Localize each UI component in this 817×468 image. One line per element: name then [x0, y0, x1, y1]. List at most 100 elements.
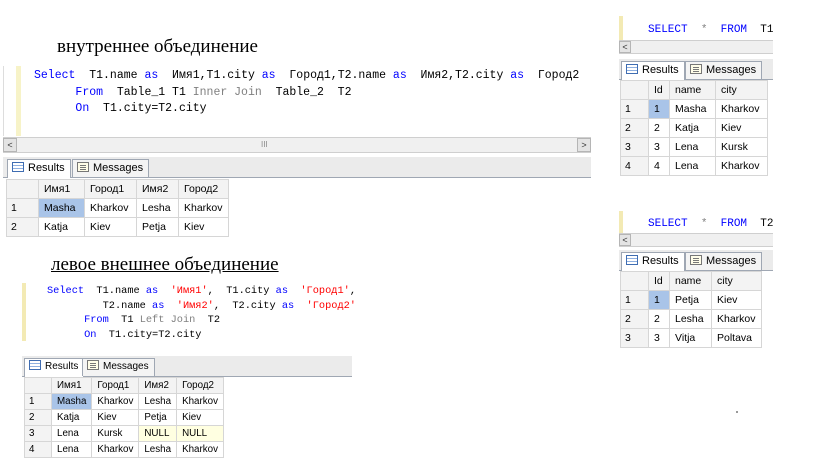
- table-cell[interactable]: 3: [648, 137, 670, 157]
- table-cell[interactable]: Katja: [50, 409, 93, 426]
- table-cell[interactable]: Kiev: [178, 217, 229, 237]
- table-row[interactable]: 4 Lena Kharkov Lesha Kharkov: [24, 441, 225, 458]
- tab-messages-t1[interactable]: Messages: [685, 61, 763, 79]
- horizontal-scrollbar[interactable]: < III >: [3, 137, 591, 153]
- table-cell[interactable]: Lesha: [669, 309, 712, 329]
- table-cell[interactable]: Kharkov: [715, 99, 768, 119]
- row-number[interactable]: 3: [620, 137, 649, 157]
- row-number[interactable]: 2: [24, 409, 52, 426]
- table-cell[interactable]: 2: [648, 118, 670, 138]
- table-cell[interactable]: Lena: [50, 441, 93, 458]
- table-cell[interactable]: 4: [648, 156, 670, 176]
- grid-corner[interactable]: [620, 271, 649, 291]
- table-row[interactable]: 2 2 Lesha Kharkov: [620, 309, 762, 329]
- table-cell[interactable]: Kharkov: [91, 393, 140, 410]
- table-cell[interactable]: Masha: [50, 393, 93, 410]
- row-number[interactable]: 1: [6, 198, 39, 218]
- horizontal-scrollbar-t1[interactable]: <: [619, 40, 773, 54]
- scroll-left-arrow-icon[interactable]: <: [619, 234, 631, 246]
- table-cell[interactable]: Kiev: [176, 409, 225, 426]
- table-cell[interactable]: Kharkov: [178, 198, 229, 218]
- column-header[interactable]: city: [711, 271, 762, 291]
- table-cell[interactable]: Kharkov: [715, 156, 768, 176]
- table-cell[interactable]: Masha: [38, 198, 85, 218]
- table-row[interactable]: 3 3 Vitja Poltava: [620, 328, 762, 348]
- query-editor-left-join[interactable]: Select T1.name as 'Имя1', T1.city as 'Го…: [27, 283, 356, 343]
- table-cell[interactable]: 3: [648, 328, 670, 348]
- row-number[interactable]: 1: [620, 99, 649, 119]
- row-number[interactable]: 3: [620, 328, 649, 348]
- row-number[interactable]: 4: [24, 441, 52, 458]
- table-cell[interactable]: Kursk: [715, 137, 768, 157]
- table-cell[interactable]: Katja: [669, 118, 716, 138]
- column-header[interactable]: name: [669, 80, 716, 100]
- table-cell[interactable]: Kharkov: [91, 441, 140, 458]
- table-row[interactable]: 4 4 Lena Kharkov: [620, 156, 768, 176]
- row-number[interactable]: 4: [620, 156, 649, 176]
- table-row[interactable]: 1 1 Masha Kharkov: [620, 99, 768, 119]
- table-row[interactable]: 1 Masha Kharkov Lesha Kharkov: [24, 393, 225, 410]
- column-header[interactable]: Город2: [178, 179, 229, 199]
- table-cell[interactable]: Masha: [669, 99, 716, 119]
- table-row[interactable]: 1 1 Petja Kiev: [620, 290, 762, 310]
- scroll-left-arrow-icon[interactable]: <: [619, 41, 631, 53]
- column-header[interactable]: Город2: [176, 377, 225, 394]
- grid-corner[interactable]: [6, 179, 39, 199]
- table-cell[interactable]: Kiev: [711, 290, 762, 310]
- table-cell[interactable]: 2: [648, 309, 670, 329]
- table-cell[interactable]: Lesha: [136, 198, 179, 218]
- column-header[interactable]: Id: [648, 80, 670, 100]
- table-cell[interactable]: Katja: [38, 217, 85, 237]
- column-header[interactable]: name: [669, 271, 712, 291]
- column-header[interactable]: Id: [648, 271, 670, 291]
- column-header[interactable]: Имя1: [50, 377, 93, 394]
- table-cell[interactable]: Petja: [136, 217, 179, 237]
- grid-corner[interactable]: [24, 377, 52, 394]
- column-header[interactable]: Город1: [91, 377, 140, 394]
- column-header[interactable]: Имя2: [136, 179, 179, 199]
- table-cell[interactable]: NULL: [176, 425, 225, 442]
- table-cell[interactable]: Lena: [669, 137, 716, 157]
- table-cell[interactable]: Kursk: [91, 425, 140, 442]
- tab-messages-t2[interactable]: Messages: [685, 252, 763, 270]
- column-header[interactable]: Город1: [84, 179, 137, 199]
- column-header[interactable]: Имя1: [38, 179, 85, 199]
- table-cell[interactable]: Kiev: [84, 217, 137, 237]
- row-number[interactable]: 1: [24, 393, 52, 410]
- table-cell[interactable]: Kharkov: [84, 198, 137, 218]
- query-editor-inner-join[interactable]: Select T1.name as Имя1,T1.city as Город1…: [3, 66, 592, 136]
- table-row[interactable]: 2 Katja Kiev Petja Kiev: [24, 409, 225, 426]
- horizontal-scrollbar-t2[interactable]: <: [619, 233, 773, 247]
- table-cell[interactable]: Poltava: [711, 328, 762, 348]
- tab-results-t2[interactable]: Results: [621, 252, 685, 271]
- table-cell[interactable]: Lena: [669, 156, 716, 176]
- tab-results[interactable]: Results: [7, 159, 71, 178]
- table-cell[interactable]: Kiev: [715, 118, 768, 138]
- table-row[interactable]: 2 2 Katja Kiev: [620, 118, 768, 138]
- table-cell[interactable]: Kharkov: [176, 441, 225, 458]
- table-row[interactable]: 3 Lena Kursk NULL NULL: [24, 425, 225, 442]
- table-cell[interactable]: Kharkov: [711, 309, 762, 329]
- scroll-left-arrow-icon[interactable]: <: [3, 138, 17, 152]
- row-number[interactable]: 1: [620, 290, 649, 310]
- row-number[interactable]: 2: [6, 217, 39, 237]
- column-header[interactable]: city: [715, 80, 768, 100]
- row-number[interactable]: 3: [24, 425, 52, 442]
- table-cell[interactable]: 1: [648, 290, 670, 310]
- tab-messages-left[interactable]: Messages: [82, 358, 155, 376]
- tab-results-left[interactable]: Results: [24, 358, 85, 377]
- grid-corner[interactable]: [620, 80, 649, 100]
- column-header[interactable]: Имя2: [138, 377, 178, 394]
- table-cell[interactable]: Petja: [669, 290, 712, 310]
- table-cell[interactable]: Vitja: [669, 328, 712, 348]
- table-row[interactable]: 3 3 Lena Kursk: [620, 137, 768, 157]
- scroll-grip[interactable]: III: [261, 139, 268, 151]
- table-cell[interactable]: 1: [648, 99, 670, 119]
- tab-results-t1[interactable]: Results: [621, 61, 685, 80]
- row-number[interactable]: 2: [620, 118, 649, 138]
- table-cell[interactable]: Petja: [138, 409, 178, 426]
- scroll-right-arrow-icon[interactable]: >: [577, 138, 591, 152]
- table-cell[interactable]: Kharkov: [176, 393, 225, 410]
- table-cell[interactable]: Lesha: [138, 441, 178, 458]
- table-cell[interactable]: Lena: [50, 425, 93, 442]
